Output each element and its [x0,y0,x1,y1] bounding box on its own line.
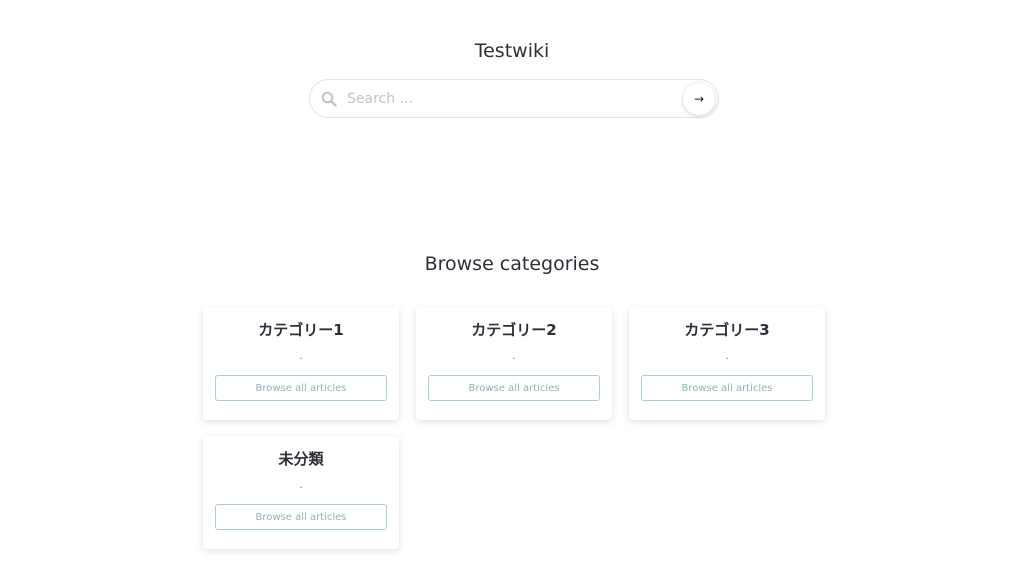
browse-articles-button[interactable]: Browse all articles [215,375,387,401]
category-description: . [299,351,303,362]
category-card: カテゴリー1 . Browse all articles [203,307,399,420]
search-submit-button[interactable]: → [683,83,715,115]
category-card: カテゴリー3 . Browse all articles [629,307,825,420]
category-name: カテゴリー3 [684,321,770,339]
section-title: Browse categories [424,253,600,275]
browse-articles-button[interactable]: Browse all articles [215,504,387,530]
category-card: カテゴリー2 . Browse all articles [416,307,612,420]
category-grid: カテゴリー1 . Browse all articles カテゴリー2 . Br… [203,307,825,549]
category-card: 未分類 . Browse all articles [203,436,399,549]
search-bar: → [309,79,719,118]
site-title: Testwiki [474,40,550,62]
category-description: . [299,480,303,491]
search-icon [321,91,337,107]
category-name: 未分類 [278,450,324,468]
arrow-right-icon: → [693,92,705,106]
category-name: カテゴリー1 [258,321,344,339]
category-description: . [512,351,516,362]
category-description: . [725,351,729,362]
browse-articles-button[interactable]: Browse all articles [428,375,600,401]
category-name: カテゴリー2 [471,321,557,339]
browse-articles-button[interactable]: Browse all articles [641,375,813,401]
search-input[interactable] [347,90,667,107]
